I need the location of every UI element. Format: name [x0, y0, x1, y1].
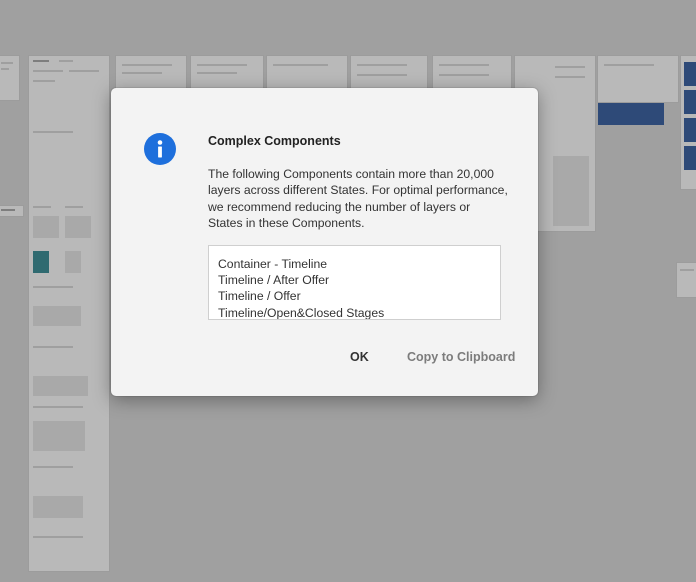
artboard — [597, 55, 679, 103]
components-list[interactable]: Container - Timeline Timeline / After Of… — [208, 245, 501, 320]
list-item: Timeline / Offer — [218, 289, 301, 304]
artboard — [28, 55, 110, 572]
banner-thumbnail — [598, 103, 664, 125]
list-item: Container - Timeline — [218, 257, 328, 271]
complex-components-dialog: Complex Components The following Compone… — [111, 88, 538, 396]
design-canvas[interactable]: Complex Components The following Compone… — [0, 0, 696, 582]
list-item: Timeline/Open&Closed Stages — [218, 305, 385, 320]
artboard — [432, 55, 512, 89]
artboard — [680, 55, 696, 190]
artboard — [266, 55, 348, 89]
artboard — [0, 55, 20, 101]
dialog-message: The following Components contain more th… — [208, 167, 508, 230]
artboard — [0, 205, 24, 217]
artboard — [676, 262, 696, 298]
list-item: Timeline / After Offer — [218, 273, 330, 288]
info-icon — [144, 133, 176, 165]
artboard — [350, 55, 428, 89]
copy-to-clipboard-button[interactable]: Copy to Clipboard — [407, 350, 515, 364]
artboard — [190, 55, 264, 89]
artboard — [115, 55, 187, 89]
ok-button[interactable]: OK — [350, 350, 369, 364]
dialog-title: Complex Components — [208, 134, 341, 148]
